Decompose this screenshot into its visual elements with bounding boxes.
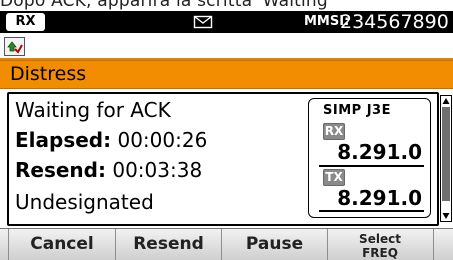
softkey-edge-right: [433, 229, 453, 260]
tx-underline: [319, 210, 424, 212]
rx-status-badge: RX: [6, 13, 45, 31]
softkey-edge: [0, 229, 8, 260]
resend-row: Resend: 00:03:38: [15, 158, 202, 182]
icon-row: [0, 33, 453, 60]
status-bar: RX MMSI: 234567890: [0, 11, 453, 33]
rx-underline: [319, 165, 424, 167]
elapsed-label: Elapsed:: [15, 128, 112, 152]
mmsi-value: 234567890: [340, 11, 449, 33]
pause-button[interactable]: Pause: [221, 229, 327, 260]
dsc-mode-icon: [4, 37, 25, 56]
tx-frequency: 8.291.0: [337, 186, 422, 210]
scroll-down-icon[interactable]: [441, 211, 451, 221]
rx-frequency: 8.291.0: [337, 140, 422, 164]
scroll-thumb[interactable]: [442, 107, 450, 201]
resend-button[interactable]: Resend: [115, 229, 221, 260]
scroll-up-icon[interactable]: [441, 96, 451, 106]
frequency-mode: SIMP J3E: [323, 103, 391, 118]
elapsed-value: 00:00:26: [117, 128, 208, 152]
title-bar: Distress: [0, 60, 453, 89]
cropped-caption: Dopo ACK, apparirà la scritta 'Waiting: [0, 0, 328, 11]
rx-tag: RX: [323, 123, 345, 140]
distress-info-panel: Waiting for ACK Elapsed: 00:00:26 Resend…: [7, 92, 439, 226]
scrollbar[interactable]: [440, 95, 452, 222]
mail-icon: [193, 15, 213, 29]
position-text: Undesignated: [15, 190, 154, 214]
resend-value: 00:03:38: [112, 158, 203, 182]
tx-tag: TX: [323, 169, 345, 186]
select-freq-line2: FREQ: [362, 246, 398, 260]
page-title: Distress: [10, 63, 87, 85]
status-text: Waiting for ACK: [15, 98, 171, 122]
softkey-bar: Cancel Resend Pause Select FREQ: [0, 228, 453, 260]
select-freq-button[interactable]: Select FREQ: [327, 229, 432, 260]
frequency-box: SIMP J3E RX 8.291.0 TX 8.291.0: [308, 98, 431, 218]
cancel-button[interactable]: Cancel: [8, 229, 115, 260]
resend-label: Resend:: [15, 158, 106, 182]
elapsed-row: Elapsed: 00:00:26: [15, 128, 207, 152]
select-freq-line1: Select: [359, 232, 401, 246]
